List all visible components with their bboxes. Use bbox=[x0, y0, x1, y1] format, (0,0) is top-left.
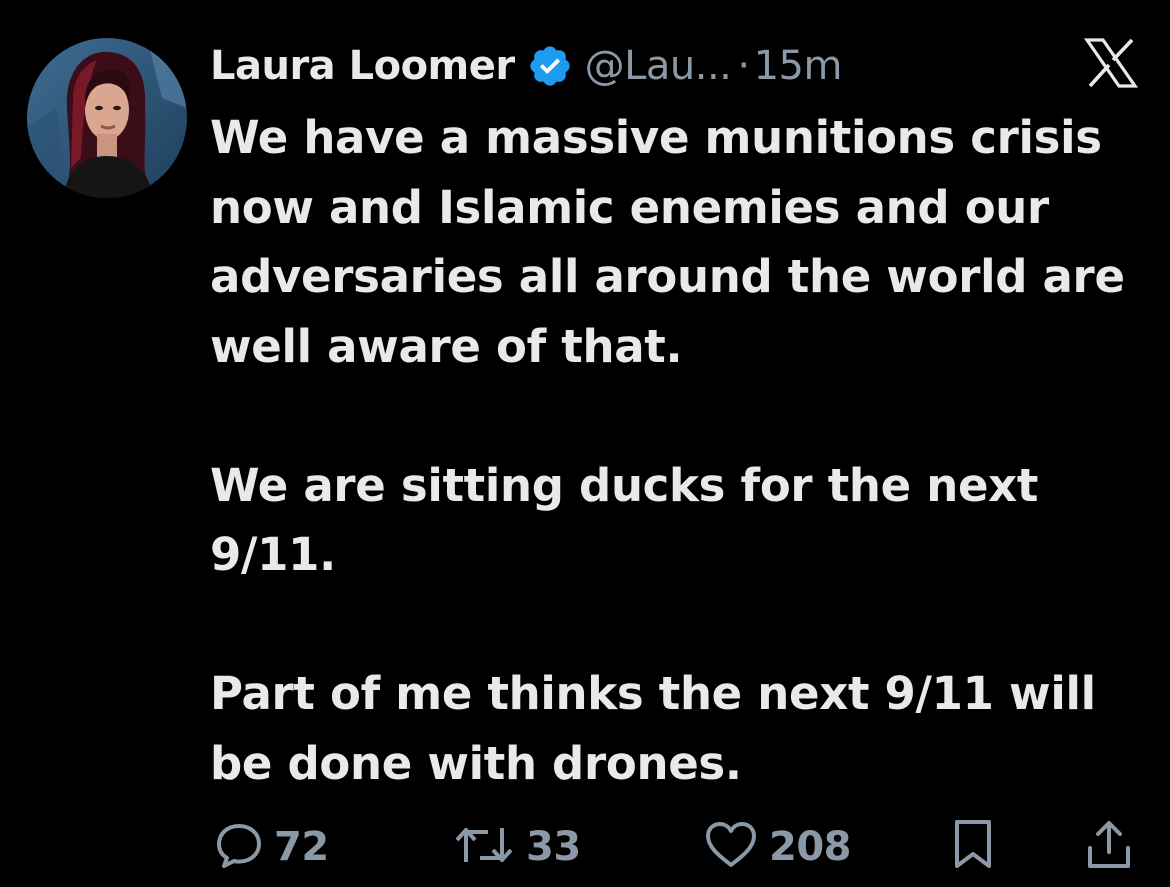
repost-arrows-icon bbox=[452, 820, 516, 874]
repost-button[interactable]: 33 bbox=[452, 815, 581, 879]
like-button[interactable]: 208 bbox=[703, 815, 852, 879]
avatar-photo bbox=[27, 38, 187, 198]
reply-bubble-icon bbox=[214, 820, 264, 874]
author-handle[interactable]: @Lau... bbox=[585, 43, 732, 89]
bookmark-icon bbox=[950, 818, 996, 876]
heart-icon bbox=[703, 820, 759, 874]
repost-count: 33 bbox=[526, 824, 581, 870]
tweet-actions: 72 33 208 bbox=[0, 815, 1170, 879]
tweet-timestamp[interactable]: 15m bbox=[754, 43, 843, 89]
avatar[interactable] bbox=[27, 38, 187, 198]
share-button[interactable] bbox=[1084, 815, 1134, 879]
verified-badge-icon bbox=[527, 43, 573, 89]
reply-count: 72 bbox=[274, 824, 329, 870]
share-icon bbox=[1084, 818, 1134, 876]
tweet-paragraph: We have a massive munitions crisis now a… bbox=[210, 111, 1125, 373]
tweet-paragraph: Part of me thinks the next 9/11 will be … bbox=[210, 667, 1096, 790]
tweet-card[interactable]: Laura Loomer @Lau... · 15m We have a mas… bbox=[0, 0, 1170, 887]
like-count: 208 bbox=[769, 824, 852, 870]
x-logo-icon bbox=[1083, 38, 1139, 88]
bookmark-button[interactable] bbox=[950, 815, 996, 879]
reply-button[interactable]: 72 bbox=[214, 815, 329, 879]
author-name[interactable]: Laura Loomer bbox=[210, 43, 515, 89]
tweet-text: We have a massive munitions crisis now a… bbox=[210, 103, 1160, 798]
tweet-header: Laura Loomer @Lau... · 15m bbox=[210, 34, 842, 98]
header-separator: · bbox=[737, 43, 750, 89]
tweet-paragraph: We are sitting ducks for the next 9/11. bbox=[210, 458, 1039, 582]
